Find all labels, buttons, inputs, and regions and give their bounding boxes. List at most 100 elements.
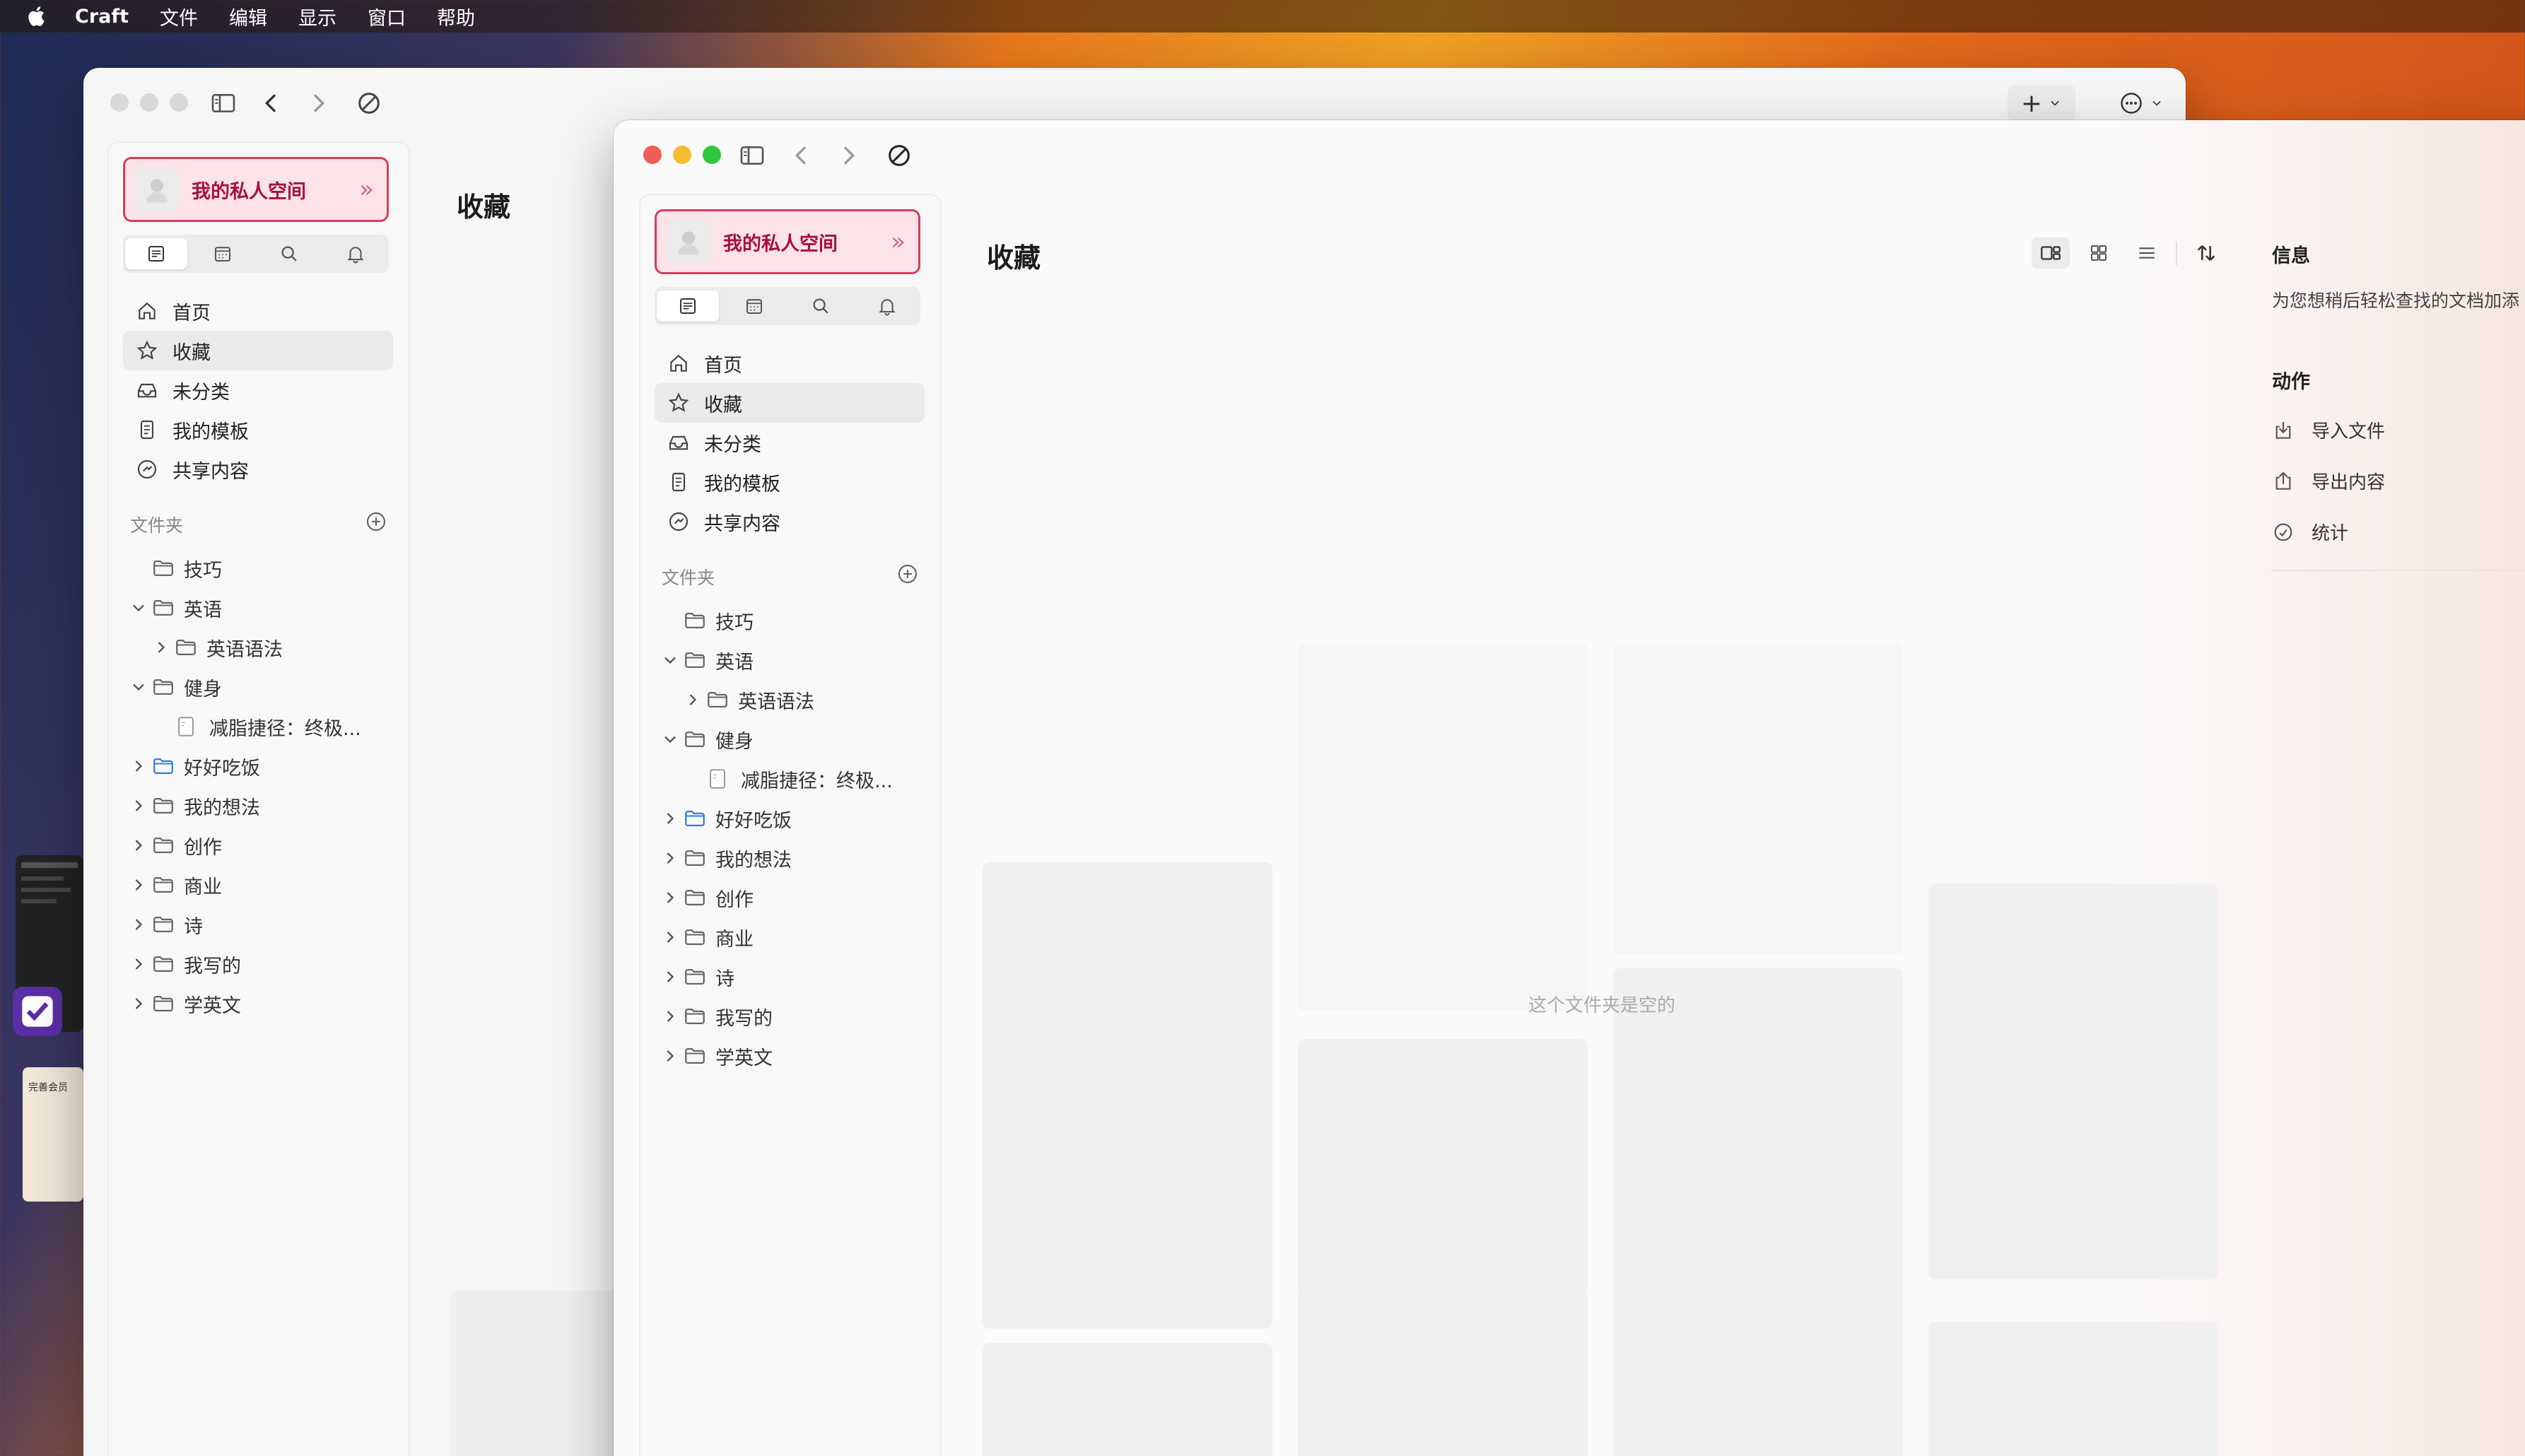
sidebar-document-item[interactable]: 减脂捷径：终极... [655, 759, 925, 799]
sidebar-item-favorites[interactable]: 收藏 [655, 383, 925, 423]
card-view-button[interactable] [2032, 237, 2070, 269]
chevron-right-icon[interactable] [129, 835, 148, 855]
tab-notifications[interactable] [856, 290, 918, 322]
chevron-right-icon[interactable] [129, 994, 148, 1014]
tab-notifications[interactable] [324, 238, 387, 269]
sidebar-folder-item[interactable]: 我的想法 [123, 786, 393, 826]
checkmark-app-icon[interactable] [13, 987, 62, 1036]
sidebar-item-unsorted[interactable]: 未分类 [655, 423, 925, 462]
sync-icon[interactable] [352, 86, 386, 120]
sidebar-folder-item[interactable]: 我写的 [123, 944, 393, 984]
chevron-right-icon[interactable] [660, 848, 680, 868]
export-content-action[interactable]: 导出内容 [2272, 468, 2385, 494]
chevron-right-icon[interactable] [660, 888, 680, 908]
chevron-down-icon[interactable] [129, 677, 148, 697]
sidebar-folder-item[interactable]: 英语语法 [123, 628, 393, 667]
chevron-right-icon[interactable] [660, 1046, 680, 1066]
more-options-button[interactable] [2109, 85, 2173, 122]
sidebar-folder-item[interactable]: 商业 [655, 917, 925, 957]
minimize-button[interactable] [140, 93, 158, 112]
menu-view[interactable]: 显示 [298, 3, 336, 30]
chevron-right-icon[interactable] [129, 915, 148, 934]
add-folder-icon[interactable] [896, 563, 919, 585]
chevron-right-icon[interactable] [683, 690, 703, 710]
sidebar-item-home[interactable]: 首页 [123, 291, 393, 331]
menu-file[interactable]: 文件 [160, 3, 198, 30]
sidebar-folder-item[interactable]: 技巧 [655, 601, 925, 640]
sync-icon[interactable] [882, 139, 916, 172]
forward-arrow-icon[interactable] [301, 86, 335, 120]
folder-label: 商业 [715, 928, 754, 951]
tab-documents[interactable] [657, 290, 719, 322]
new-document-button[interactable]: + [2008, 85, 2075, 122]
sidebar-folder-item[interactable]: 我的想法 [655, 838, 925, 878]
zoom-button[interactable] [170, 93, 188, 112]
menu-app-name[interactable]: Craft [75, 6, 129, 28]
sidebar-folder-item[interactable]: 商业 [123, 865, 393, 905]
import-file-action[interactable]: 导入文件 [2272, 417, 2385, 443]
tab-calendar[interactable] [723, 290, 785, 322]
sidebar-item-favorites[interactable]: 收藏 [123, 331, 393, 370]
menu-help[interactable]: 帮助 [437, 3, 475, 30]
sidebar-toggle-icon[interactable] [735, 139, 769, 172]
tab-search[interactable] [258, 238, 320, 269]
chevron-right-icon[interactable] [660, 967, 680, 987]
chevron-right-icon[interactable] [129, 875, 148, 895]
sidebar-item-shared[interactable]: 共享内容 [123, 450, 393, 489]
sidebar-folder-item[interactable]: 创作 [655, 878, 925, 917]
minimize-button[interactable] [673, 146, 691, 164]
chevron-right-icon[interactable] [660, 809, 680, 828]
chevron-right-icon[interactable] [129, 796, 148, 816]
chevron-right-icon[interactable] [660, 1006, 680, 1026]
sort-button[interactable] [2187, 237, 2225, 269]
star-icon [136, 340, 158, 360]
sidebar-folder-item[interactable]: 英语 [123, 588, 393, 628]
sidebar-folder-item[interactable]: 健身 [655, 720, 925, 759]
sidebar-folder-item[interactable]: 英语语法 [655, 680, 925, 720]
sidebar-folder-item[interactable]: 学英文 [123, 984, 393, 1023]
menu-edit[interactable]: 编辑 [229, 3, 267, 30]
sidebar-item-unsorted[interactable]: 未分类 [123, 370, 393, 410]
forward-arrow-icon[interactable] [831, 139, 865, 172]
sidebar-folder-item[interactable]: 健身 [123, 667, 393, 707]
sidebar-item-home[interactable]: 首页 [655, 344, 925, 383]
sidebar-folder-item[interactable]: 技巧 [123, 548, 393, 588]
space-switcher[interactable]: 我的私人空间 » [123, 157, 389, 222]
list-view-button[interactable] [2128, 237, 2166, 269]
add-folder-icon[interactable] [365, 510, 387, 533]
zoom-button[interactable] [703, 146, 721, 164]
menu-window[interactable]: 窗口 [368, 3, 406, 30]
sidebar-folder-item[interactable]: 我写的 [655, 997, 925, 1036]
chevron-right-icon[interactable] [129, 756, 148, 776]
chevron-down-icon[interactable] [660, 729, 680, 749]
chevron-right-icon[interactable] [129, 954, 148, 974]
close-button[interactable] [643, 146, 662, 164]
grid-view-button[interactable] [2080, 237, 2118, 269]
chevron-down-icon[interactable] [660, 650, 680, 670]
sidebar-folder-item[interactable]: 诗 [655, 957, 925, 997]
close-button[interactable] [110, 93, 129, 112]
sidebar-document-item[interactable]: 减脂捷径：终极... [123, 707, 393, 746]
chevron-down-icon[interactable] [129, 598, 148, 618]
sidebar-folder-item[interactable]: 学英文 [655, 1036, 925, 1076]
sidebar-toggle-icon[interactable] [206, 86, 240, 120]
space-switcher[interactable]: 我的私人空间 » [655, 209, 920, 274]
statistics-action[interactable]: 统计 [2272, 519, 2348, 545]
tab-documents[interactable] [125, 238, 187, 269]
tab-calendar[interactable] [192, 238, 254, 269]
chevron-right-icon[interactable] [660, 927, 680, 947]
sidebar-folder-item[interactable]: 好好吃饭 [123, 746, 393, 786]
sidebar-item-templates[interactable]: 我的模板 [655, 462, 925, 502]
back-arrow-icon[interactable] [254, 86, 288, 120]
sidebar-folder-item[interactable]: 好好吃饭 [655, 799, 925, 838]
sidebar-folder-item[interactable]: 诗 [123, 905, 393, 944]
sidebar-folder-item[interactable]: 创作 [123, 826, 393, 865]
back-arrow-icon[interactable] [785, 139, 819, 172]
chevron-right-icon[interactable] [151, 638, 171, 657]
member-card[interactable]: 完善会员 [23, 1067, 83, 1202]
sidebar-item-shared[interactable]: 共享内容 [655, 502, 925, 541]
sidebar-folder-item[interactable]: 英语 [655, 640, 925, 680]
apple-menu-icon[interactable] [25, 4, 47, 28]
tab-search[interactable] [790, 290, 852, 322]
sidebar-item-templates[interactable]: 我的模板 [123, 410, 393, 450]
